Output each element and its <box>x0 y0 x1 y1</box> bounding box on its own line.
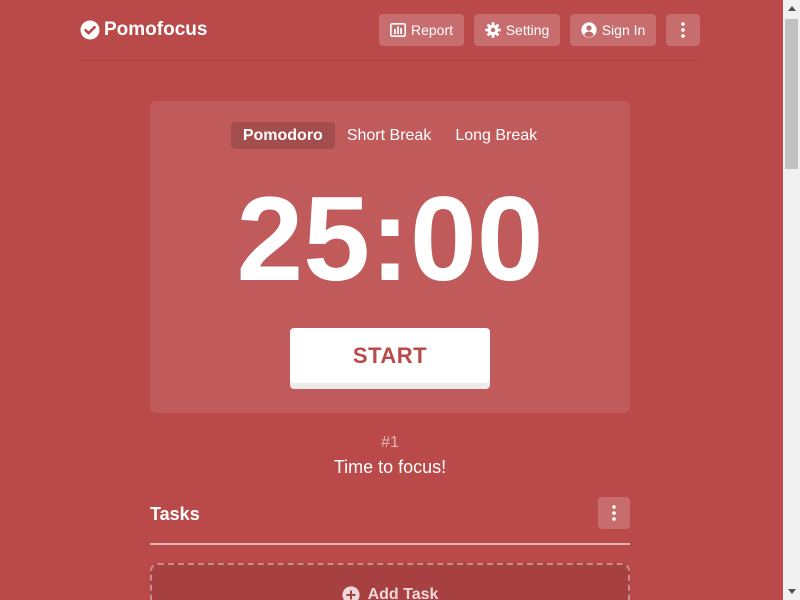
start-button[interactable]: START <box>290 328 490 383</box>
check-circle-icon <box>80 20 100 40</box>
logo[interactable]: Pomofocus <box>80 19 207 41</box>
more-menu-button[interactable] <box>666 14 700 46</box>
gear-icon <box>485 22 501 38</box>
tab-pomodoro[interactable]: Pomodoro <box>230 122 335 149</box>
setting-button[interactable]: Setting <box>474 14 560 46</box>
logo-text: Pomofocus <box>104 19 208 40</box>
sign-in-label: Sign In <box>601 22 646 38</box>
scroll-up-arrow[interactable] <box>783 0 800 17</box>
scroll-down-arrow[interactable] <box>783 583 800 600</box>
user-circle-icon <box>581 22 597 38</box>
session-counter[interactable]: #1 <box>150 434 630 452</box>
timer-display: 25:00 <box>236 172 544 306</box>
scrollbar-thumb[interactable] <box>785 19 798 169</box>
vertical-dots-icon <box>681 22 685 38</box>
sign-in-button[interactable]: Sign In <box>570 14 656 46</box>
timer-card: Pomodoro Short Break Long Break 25:00 ST… <box>150 101 630 413</box>
add-task-label: Add Task <box>367 586 439 600</box>
plus-circle-icon <box>341 586 360 600</box>
tasks-menu-button[interactable] <box>598 497 630 529</box>
focus-message: Time to focus! <box>333 457 447 477</box>
triangle-down-icon <box>787 589 796 594</box>
tasks-title: Tasks <box>150 504 200 524</box>
add-task-button[interactable]: Add Task <box>150 563 630 600</box>
triangle-up-icon <box>787 6 796 11</box>
bar-chart-icon <box>389 23 406 37</box>
tab-short-break[interactable]: Short Break <box>335 122 443 149</box>
setting-label: Setting <box>505 22 550 38</box>
page-scrollbar[interactable] <box>783 0 800 600</box>
tab-long-break[interactable]: Long Break <box>443 122 549 149</box>
tasks-header: Tasks <box>150 497 630 545</box>
report-button[interactable]: Report <box>379 14 464 46</box>
report-label: Report <box>410 22 454 38</box>
mode-tabs: Pomodoro Short Break Long Break <box>150 122 630 149</box>
app-header: Pomofocus Report Setting Sign In <box>80 0 700 61</box>
vertical-dots-icon <box>612 505 616 521</box>
